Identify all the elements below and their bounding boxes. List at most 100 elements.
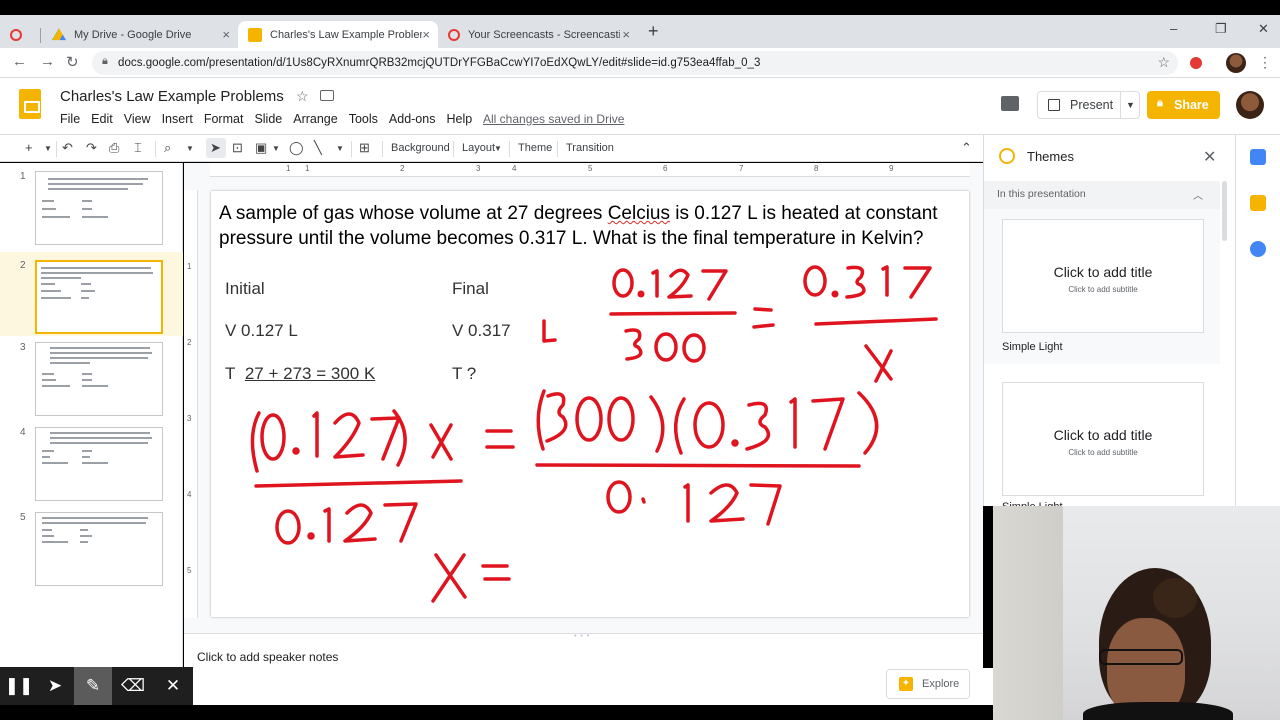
speaker-notes-placeholder: Click to add speaker notes <box>197 650 339 664</box>
document-title[interactable]: Charles's Law Example Problems <box>60 88 284 105</box>
restore-button[interactable]: ❐ <box>1215 21 1227 37</box>
pause-icon[interactable]: ❚❚ <box>0 667 38 705</box>
new-slide-icon[interactable]: + <box>25 140 33 155</box>
zoom-icon[interactable]: ⌕ <box>164 140 171 156</box>
collapse-toolbar-icon[interactable]: ⌃ <box>961 140 972 156</box>
new-slide-dropdown-icon[interactable]: ▼ <box>44 144 52 153</box>
tab-screencastify[interactable]: Your Screencasts - Screencastify × <box>438 21 638 48</box>
shape-icon[interactable]: ◯ <box>289 140 304 156</box>
bookmark-star-icon[interactable]: ☆ <box>1157 54 1170 71</box>
explore-button[interactable]: ✦ Explore <box>886 669 970 699</box>
minimize-button[interactable]: – <box>1170 21 1177 36</box>
ink-dot <box>831 290 839 298</box>
ruler-tick-label: 1 <box>286 164 291 173</box>
close-tab-icon[interactable]: × <box>622 27 630 42</box>
present-dropdown-icon[interactable]: ▼ <box>1120 92 1140 118</box>
menu-addons[interactable]: Add-ons <box>389 112 436 126</box>
close-icon[interactable]: ✕ <box>1203 147 1216 167</box>
menu-slide[interactable]: Slide <box>254 112 282 126</box>
image-icon[interactable]: ▣ <box>255 140 267 156</box>
close-window-button[interactable]: ✕ <box>1258 21 1269 37</box>
ink-dot <box>731 439 739 447</box>
slide-thumbnail-4[interactable]: 4 <box>0 419 183 503</box>
transition-button[interactable]: Transition <box>566 142 614 154</box>
share-button[interactable]: 🔒︎ Share <box>1147 91 1220 119</box>
browser-tabstrip: My Drive - Google Drive × Charles's Law … <box>0 15 1280 48</box>
menu-insert[interactable]: Insert <box>162 112 193 126</box>
menu-view[interactable]: View <box>124 112 151 126</box>
ink-dot <box>307 532 315 540</box>
print-icon[interactable]: ⎙ <box>109 140 119 156</box>
background-button[interactable]: Background <box>391 142 450 154</box>
line-icon[interactable]: ╲ <box>314 140 322 156</box>
tab-screencastify-pinned[interactable] <box>0 21 40 48</box>
redo-icon[interactable]: ↷ <box>86 140 97 156</box>
theme-button[interactable]: Theme <box>518 142 552 154</box>
slide-thumbnail-5[interactable]: 5 <box>0 504 183 588</box>
slides-logo-icon[interactable] <box>19 89 41 119</box>
browser-menu-icon[interactable]: ⋮ <box>1258 54 1272 71</box>
close-tab-icon[interactable]: × <box>422 27 430 42</box>
webcam-person <box>1153 578 1197 618</box>
layout-button[interactable]: Layout <box>462 142 495 154</box>
present-button[interactable]: Present ▼ <box>1037 91 1140 119</box>
add-comment-icon[interactable]: ⊞ <box>359 140 370 156</box>
tasks-icon[interactable] <box>1250 241 1266 257</box>
ink-digit <box>709 483 745 523</box>
select-cursor-icon[interactable]: ➤ <box>210 140 221 156</box>
back-arrow-icon[interactable]: ← <box>12 53 27 70</box>
layout-dropdown-icon[interactable]: ▼ <box>494 144 502 153</box>
line-dropdown-icon[interactable]: ▼ <box>336 144 344 153</box>
theme-card-simple-light-2[interactable]: Click to add title Click to add subtitle <box>1002 382 1204 496</box>
new-tab-button[interactable]: + <box>648 21 659 42</box>
bottom-area <box>184 668 994 708</box>
cursor-icon[interactable]: ➤ <box>36 667 74 705</box>
slide-thumbnail-1[interactable]: 1 <box>0 163 183 247</box>
reload-icon[interactable]: ↻ <box>66 53 79 71</box>
slide-thumbnail-3[interactable]: 3 <box>0 334 183 418</box>
slide-thumbnail-2[interactable]: 2 <box>0 252 183 336</box>
chevron-up-icon[interactable]: ︿ <box>1193 187 1203 202</box>
slide-number: 1 <box>20 171 26 182</box>
calendar-icon[interactable] <box>1250 149 1266 165</box>
pen-icon[interactable]: ✎ <box>74 667 112 705</box>
themes-section-header[interactable]: In this presentation ︿ <box>984 181 1220 209</box>
forward-arrow-icon[interactable]: → <box>40 53 55 70</box>
lock-icon: 🔒︎ <box>102 55 108 67</box>
menu-format[interactable]: Format <box>204 112 244 126</box>
ruler-tick-label: 8 <box>814 164 819 173</box>
zoom-dropdown-icon[interactable]: ▼ <box>186 144 194 153</box>
theme-card-simple-light[interactable]: Click to add title Click to add subtitle <box>1002 219 1204 333</box>
slide-filmstrip: 1 2 3 4 5 <box>0 163 183 668</box>
slide-preview <box>35 342 163 416</box>
notes-resize-handle[interactable]: • • • <box>574 633 590 640</box>
save-status[interactable]: All changes saved in Drive <box>483 112 624 126</box>
tab-google-drive[interactable]: My Drive - Google Drive × <box>42 21 238 48</box>
comments-icon[interactable] <box>1001 96 1019 111</box>
menu-file[interactable]: File <box>60 112 80 126</box>
close-icon[interactable]: ✕ <box>154 667 192 705</box>
move-folder-icon[interactable] <box>320 90 334 101</box>
ink-paren <box>536 389 546 451</box>
themes-scrollbar[interactable] <box>1222 181 1227 241</box>
themes-title: Themes <box>1027 149 1074 164</box>
profile-avatar[interactable] <box>1226 53 1246 73</box>
eraser-icon[interactable]: ⌫ <box>114 667 152 705</box>
keep-icon[interactable] <box>1250 195 1266 211</box>
screencastify-extension-icon[interactable] <box>1190 57 1202 69</box>
star-icon[interactable]: ☆ <box>296 88 309 105</box>
url-input[interactable]: 🔒︎ docs.google.com/presentation/d/1Us8Cy… <box>92 51 1178 75</box>
tab-charles-law[interactable]: Charles's Law Example Problems × <box>238 21 438 48</box>
slide-preview <box>35 171 163 245</box>
menu-help[interactable]: Help <box>446 112 472 126</box>
paint-format-icon[interactable]: ⌶ <box>134 140 142 156</box>
account-avatar[interactable] <box>1236 91 1264 119</box>
image-dropdown-icon[interactable]: ▼ <box>272 144 280 153</box>
current-slide[interactable]: A sample of gas whose volume at 27 degre… <box>211 191 969 617</box>
close-tab-icon[interactable]: × <box>222 27 230 42</box>
menu-tools[interactable]: Tools <box>349 112 378 126</box>
menu-arrange[interactable]: Arrange <box>293 112 337 126</box>
text-box-icon[interactable]: ⊡ <box>232 140 243 156</box>
undo-icon[interactable]: ↶ <box>62 140 73 156</box>
menu-edit[interactable]: Edit <box>91 112 113 126</box>
